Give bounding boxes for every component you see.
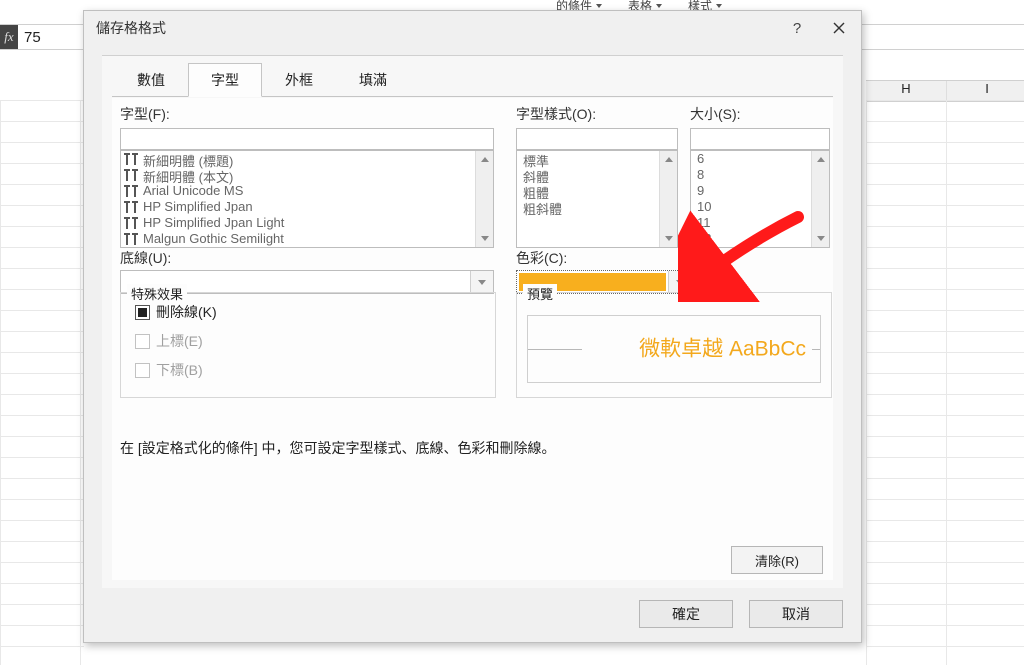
list-item[interactable]: 斜體 bbox=[517, 167, 677, 183]
scroll-up-icon[interactable] bbox=[476, 151, 493, 168]
color-label: 色彩(C): bbox=[516, 248, 692, 268]
spreadsheet-grid-left[interactable] bbox=[0, 100, 84, 665]
effects-legend: 特殊效果 bbox=[127, 284, 187, 303]
preview-sample-text: 微軟卓越 AaBbCc bbox=[639, 333, 806, 363]
list-item[interactable]: 9 bbox=[691, 183, 829, 199]
font-label: 字型(F): bbox=[120, 104, 494, 124]
list-item[interactable]: 12 bbox=[691, 231, 829, 247]
chevron-down-icon[interactable] bbox=[470, 271, 493, 293]
tab-border[interactable]: 外框 bbox=[262, 63, 336, 97]
checkbox-superscript: 上標(E) bbox=[135, 331, 495, 351]
preview-box: 微軟卓越 AaBbCc bbox=[527, 315, 821, 383]
font-input[interactable] bbox=[120, 128, 494, 150]
dialog-title: 儲存格格式 bbox=[96, 18, 166, 38]
dialog-titlebar[interactable]: 儲存格格式 ? bbox=[84, 11, 861, 45]
preview-group: 預覽 微軟卓越 AaBbCc bbox=[516, 292, 832, 398]
preview-legend: 預覽 bbox=[523, 284, 557, 303]
chevron-down-icon[interactable] bbox=[668, 271, 691, 293]
col-header-I[interactable]: I bbox=[947, 81, 1024, 101]
list-item[interactable]: 粗體 bbox=[517, 183, 677, 199]
name-box[interactable]: 75 bbox=[18, 25, 91, 49]
checkbox-icon bbox=[135, 363, 150, 378]
list-item[interactable]: 8 bbox=[691, 167, 829, 183]
tab-number[interactable]: 數值 bbox=[114, 63, 188, 97]
scrollbar[interactable] bbox=[659, 151, 677, 247]
list-item[interactable]: 新細明體 (標題) bbox=[121, 151, 493, 167]
checkbox-label: 上標(E) bbox=[156, 331, 203, 351]
list-item[interactable]: HP Simplified Jpan bbox=[121, 199, 493, 215]
scrollbar[interactable] bbox=[475, 151, 493, 247]
fx-icon: fx bbox=[0, 25, 18, 49]
scroll-down-icon[interactable] bbox=[660, 230, 677, 247]
list-item[interactable]: HP Simplified Jpan Light bbox=[121, 215, 493, 231]
dialog-button-bar: 確定 取消 bbox=[639, 600, 843, 628]
spreadsheet-grid[interactable] bbox=[866, 100, 1024, 665]
checkbox-icon bbox=[135, 334, 150, 349]
list-item[interactable]: Arial Unicode MS bbox=[121, 183, 493, 199]
font-size-label: 大小(S): bbox=[690, 104, 830, 124]
close-button[interactable] bbox=[819, 11, 859, 45]
close-icon bbox=[833, 22, 845, 34]
font-size-input[interactable] bbox=[690, 128, 830, 150]
font-size-listbox[interactable]: 6 8 9 10 11 12 bbox=[690, 150, 830, 248]
clear-button[interactable]: 清除(R) bbox=[731, 546, 823, 574]
scroll-up-icon[interactable] bbox=[812, 151, 829, 168]
checkbox-subscript: 下標(B) bbox=[135, 360, 495, 380]
underline-label: 底線(U): bbox=[120, 248, 494, 268]
checkbox-label: 下標(B) bbox=[156, 360, 203, 380]
font-listbox[interactable]: 新細明體 (標題) 新細明體 (本文) Arial Unicode MS HP … bbox=[120, 150, 494, 248]
list-item[interactable]: 11 bbox=[691, 215, 829, 231]
tab-font[interactable]: 字型 bbox=[188, 63, 262, 97]
font-style-label: 字型樣式(O): bbox=[516, 104, 678, 124]
font-tab-panel: 字型(F): 新細明體 (標題) 新細明體 (本文) Arial Unicode… bbox=[112, 98, 833, 580]
dialog-body: 數值 字型 外框 填滿 字型(F): 新細明體 (標題) 新細明體 (本文) A… bbox=[102, 55, 843, 588]
checkbox-label: 刪除線(K) bbox=[156, 302, 217, 322]
list-item[interactable]: 新細明體 (本文) bbox=[121, 167, 493, 183]
col-header-H[interactable]: H bbox=[866, 81, 947, 101]
checkbox-icon bbox=[135, 305, 150, 320]
scroll-up-icon[interactable] bbox=[660, 151, 677, 168]
effects-group: 特殊效果 刪除線(K) 上標(E) 下標(B) bbox=[120, 292, 496, 398]
tab-fill[interactable]: 填滿 bbox=[336, 63, 410, 97]
checkbox-strikethrough[interactable]: 刪除線(K) bbox=[135, 302, 495, 322]
font-style-listbox[interactable]: 標準 斜體 粗體 粗斜體 bbox=[516, 150, 678, 248]
help-button[interactable]: ? bbox=[777, 11, 817, 45]
scrollbar[interactable] bbox=[811, 151, 829, 247]
ok-button[interactable]: 確定 bbox=[639, 600, 733, 628]
font-style-input[interactable] bbox=[516, 128, 678, 150]
dialog-tabs: 數值 字型 外框 填滿 bbox=[114, 62, 843, 96]
list-item[interactable]: Malgun Gothic Semilight bbox=[121, 231, 493, 247]
scroll-down-icon[interactable] bbox=[476, 230, 493, 247]
format-cells-dialog: 儲存格格式 ? 數值 字型 外框 填滿 字型(F): 新細明體 (標題) 新細明… bbox=[83, 10, 862, 643]
list-item[interactable]: 6 bbox=[691, 151, 829, 167]
cancel-button[interactable]: 取消 bbox=[749, 600, 843, 628]
scroll-down-icon[interactable] bbox=[812, 230, 829, 247]
list-item[interactable]: 10 bbox=[691, 199, 829, 215]
list-item[interactable]: 標準 bbox=[517, 151, 677, 167]
hint-text: 在 [設定格式化的條件] 中，您可設定字型樣式、底線、色彩和刪除線。 bbox=[120, 438, 556, 458]
list-item[interactable]: 粗斜體 bbox=[517, 199, 677, 215]
